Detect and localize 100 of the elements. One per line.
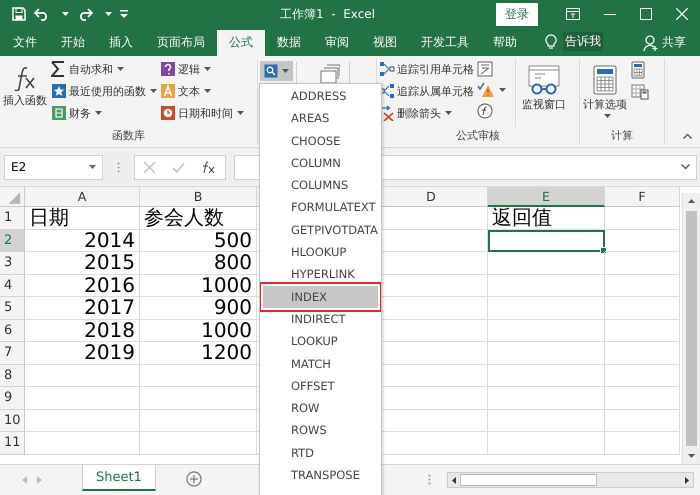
collapse-ribbon-icon[interactable] — [683, 133, 692, 139]
ribbon-button[interactable]: 追踪从属单元格 — [379, 81, 474, 101]
selected-cell[interactable] — [488, 230, 605, 252]
watch-window-button[interactable]: 监视窗口 — [515, 59, 567, 127]
menu-item[interactable]: OFFSET — [263, 374, 378, 398]
check-icon[interactable] — [172, 162, 185, 172]
trace-arrows-icon — [379, 61, 395, 77]
login-button[interactable]: 登录 — [496, 2, 538, 26]
row-header[interactable]: 6 — [0, 320, 25, 342]
menu-item[interactable]: RTD — [263, 442, 378, 464]
menu-item[interactable]: COLUMNS — [263, 174, 378, 196]
row-header[interactable]: 11 — [0, 432, 25, 454]
row-header[interactable]: 2 — [0, 230, 25, 252]
calculation-options-button[interactable]: 计算选项 — [582, 59, 628, 118]
ribbon-tab[interactable]: 开始 — [49, 30, 97, 56]
clock-icon — [160, 105, 176, 121]
ribbon-button[interactable]: 自动求和 — [51, 59, 157, 79]
ribbon-button[interactable]: 逻辑 — [160, 59, 244, 79]
scroll-up-icon[interactable] — [688, 199, 695, 203]
menu-item[interactable]: FORMULATEXT — [263, 196, 378, 219]
ribbon-tab[interactable]: 公式 — [217, 30, 265, 56]
calculate-sheet-icon[interactable] — [631, 84, 649, 100]
menu-item[interactable]: CHOOSE — [263, 130, 378, 152]
more-icon — [117, 162, 120, 172]
row-header[interactable]: 4 — [0, 274, 25, 297]
undo-icon[interactable] — [34, 7, 50, 21]
ribbon-tab[interactable]: 文件 — [1, 30, 49, 56]
row-header[interactable]: 9 — [0, 387, 25, 410]
menu-item[interactable]: MATCH — [263, 352, 378, 375]
vertical-scrollbar[interactable] — [682, 193, 700, 464]
share-button[interactable]: 共享 — [662, 34, 686, 51]
scroll-left-icon[interactable] — [452, 476, 456, 484]
row-header[interactable]: 3 — [0, 252, 25, 274]
customize-icon[interactable] — [120, 10, 128, 18]
row-header[interactable]: 1 — [0, 207, 25, 230]
expand-icon[interactable] — [681, 164, 690, 170]
column-header[interactable]: E — [488, 187, 605, 207]
table-cell: 2019 — [25, 342, 140, 364]
table-cell: 1000 — [140, 274, 257, 297]
menu-item[interactable]: TRANSPOSE — [263, 464, 378, 486]
insert-function-button[interactable]: 插入函数 — [2, 59, 48, 108]
scroll-right-icon[interactable] — [685, 476, 689, 484]
function-icon[interactable] — [202, 161, 216, 173]
ribbon-button[interactable]: 日期和时间 — [160, 103, 244, 123]
maximize-icon[interactable] — [640, 8, 652, 20]
redo-icon[interactable] — [77, 7, 93, 21]
name-box[interactable]: E2 — [4, 154, 103, 180]
evaluate-formula-icon[interactable] — [477, 103, 493, 119]
ribbon-button[interactable]: 文本 — [160, 81, 244, 101]
error-check-icon[interactable] — [477, 82, 495, 98]
menu-item[interactable]: LOOKUP — [263, 330, 378, 353]
ribbon-button[interactable]: 删除箭头 — [379, 103, 474, 123]
menu-item[interactable]: ROWS — [263, 419, 378, 442]
row-header[interactable]: 5 — [0, 297, 25, 320]
row-header[interactable]: 8 — [0, 364, 25, 387]
sheet-tab[interactable]: Sheet1 — [82, 465, 156, 491]
add-sheet-icon[interactable] — [186, 471, 202, 487]
menu-item[interactable]: GETPIVOTDATA — [263, 218, 378, 242]
ribbon-tab[interactable]: 审阅 — [313, 30, 361, 56]
ribbon-tab[interactable]: 帮助 — [481, 30, 529, 56]
table-cell: 800 — [140, 252, 257, 274]
person-add-icon[interactable] — [643, 34, 659, 50]
column-header[interactable]: A — [25, 187, 140, 207]
save-icon[interactable] — [12, 7, 26, 21]
menu-item[interactable]: HYPERLINK — [263, 263, 378, 286]
ribbon-tab[interactable]: 插入 — [97, 30, 145, 56]
column-header[interactable]: B — [140, 187, 257, 207]
menu-item[interactable]: ROW — [263, 397, 378, 420]
column-header[interactable]: F — [605, 187, 680, 207]
row-header[interactable]: 10 — [0, 410, 25, 432]
ribbon-button[interactable]: 最近使用的函数 — [51, 81, 157, 101]
calculator-icon — [593, 65, 617, 95]
ribbon-tab[interactable]: 开发工具 — [409, 30, 481, 56]
menu-item[interactable]: INDEX — [263, 286, 378, 308]
show-formulas-icon[interactable] — [477, 61, 493, 77]
ribbon-tab[interactable]: 视图 — [361, 30, 409, 56]
lightbulb-icon — [545, 34, 557, 50]
lookup-button[interactable] — [260, 61, 293, 81]
menu-item[interactable]: ADDRESS — [263, 85, 378, 108]
fill-handle[interactable] — [600, 247, 607, 254]
ribbon-button[interactable]: 追踪引用单元格 — [379, 59, 474, 79]
row-header[interactable]: 7 — [0, 342, 25, 364]
table-cell: 2015 — [25, 252, 140, 274]
window-title: 工作簿1 - Excel — [279, 6, 376, 22]
ribbon-display-icon[interactable] — [566, 8, 580, 20]
stacked-pages-icon[interactable] — [318, 63, 340, 85]
horizontal-scrollbar[interactable] — [447, 472, 694, 488]
menu-item[interactable]: INDIRECT — [263, 308, 378, 330]
ribbon-button[interactable]: 财务 — [51, 103, 157, 123]
calculator-icon[interactable] — [631, 61, 645, 79]
close-icon[interactable] — [676, 8, 688, 20]
menu-item[interactable]: AREAS — [263, 107, 378, 130]
menu-item[interactable]: HLOOKUP — [263, 241, 378, 264]
menu-item[interactable]: COLUMN — [263, 152, 378, 174]
question-icon — [160, 61, 176, 77]
glasses-window-icon — [527, 65, 561, 95]
ribbon-tab[interactable]: 页面布局 — [145, 30, 217, 56]
tell-me-field[interactable]: 告诉我 — [563, 32, 603, 51]
scroll-down-icon[interactable] — [688, 454, 695, 458]
ribbon-tab[interactable]: 数据 — [265, 30, 313, 56]
